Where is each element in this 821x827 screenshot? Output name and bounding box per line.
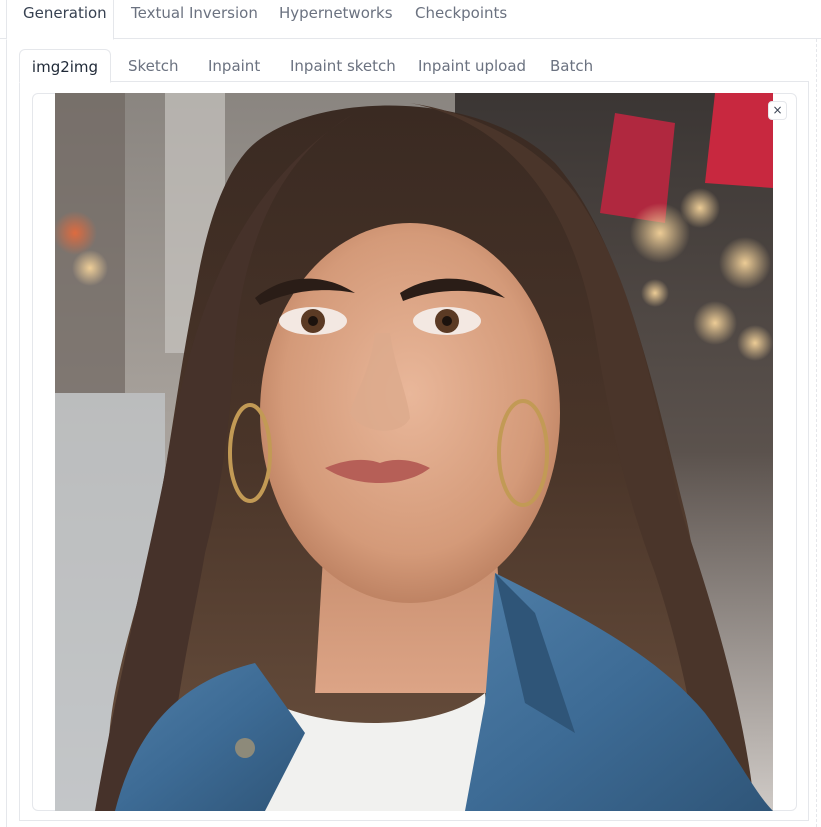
tab-hypernetworks[interactable]: Hypernetworks	[279, 0, 393, 39]
panel-bottom-border	[19, 820, 809, 821]
tab-textual-inversion[interactable]: Textual Inversion	[131, 0, 258, 39]
input-image[interactable]	[55, 93, 773, 811]
left-divider	[6, 0, 7, 827]
tab-inpaint[interactable]: Inpaint	[208, 49, 260, 82]
tab-img2img[interactable]: img2img	[19, 49, 111, 83]
tab-checkpoints[interactable]: Checkpoints	[415, 0, 507, 39]
close-icon[interactable]: ×	[768, 101, 787, 120]
tab-inpaint-upload[interactable]: Inpaint upload	[418, 49, 526, 82]
tab-generation[interactable]: Generation	[6, 0, 114, 40]
img2img-app: Generation Textual Inversion Hypernetwor…	[0, 0, 821, 827]
tab-inpaint-sketch[interactable]: Inpaint sketch	[290, 49, 396, 82]
sub-tab-bar: img2img Sketch Inpaint Inpaint sketch In…	[19, 49, 809, 83]
tab-batch[interactable]: Batch	[550, 49, 593, 82]
top-tab-bar: Generation Textual Inversion Hypernetwor…	[0, 0, 821, 40]
tab-sketch[interactable]: Sketch	[128, 49, 179, 82]
right-divider	[816, 39, 817, 827]
